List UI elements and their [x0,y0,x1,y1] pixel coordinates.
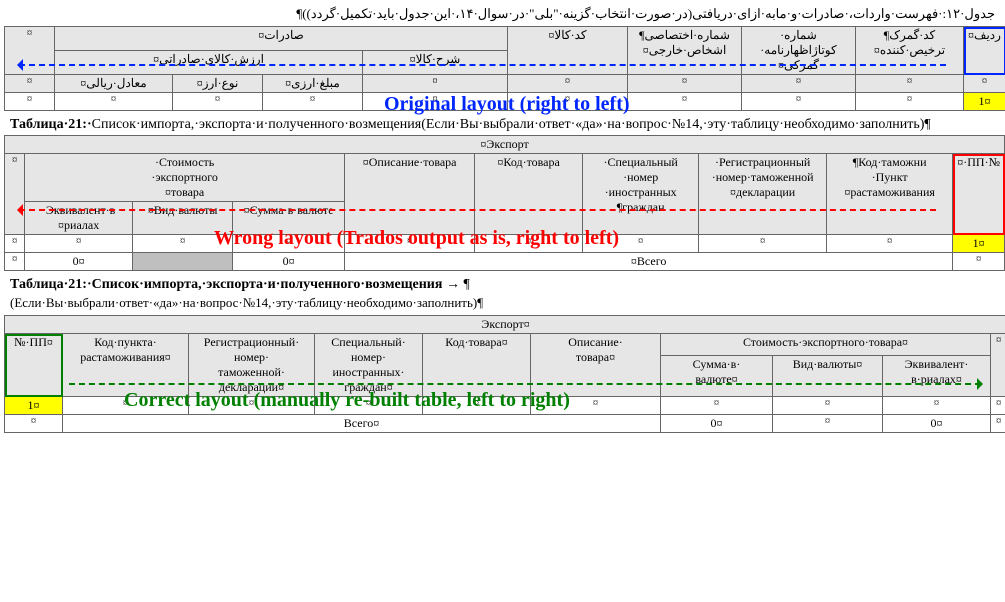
annot-red: Wrong layout (Trados output as is, right… [214,227,619,250]
t3-customs: Код·пункта· растаможивания¤ [63,334,189,397]
t1-r6: ¤ [263,93,363,111]
t3-r6: ¤ [661,397,773,415]
t1-foreign: شماره·اختصاصی¶ اشخاص·خارجی¤ [628,27,742,75]
t1-r2: ¤ [742,93,856,111]
t1-fxamt: مبلغ·ارزی¤ [263,75,363,93]
t1-m3: ¤ [742,75,856,93]
t2-z2: 0¤ [25,253,133,271]
table2: Экспорт¤ №·ПП·¤ Код·таможни¶ Пункт· раст… [4,135,1005,271]
t3-rial: Эквивалент· в·риалах¤ [883,356,991,397]
t3-z1: 0¤ [661,415,773,433]
t3-desc: Описание· товара¤ [531,334,661,397]
table3-subtitle: (Если·Вы·выбрали·ответ·«да»·на·вопрос·№1… [10,295,995,311]
t2-desc: Описание·товара¤ [345,154,475,235]
t1-desc: شرح·کالا¤ [363,51,508,75]
t1-m1: ¤ [964,75,1005,93]
t1-m5: ¤ [508,75,628,93]
t1-m7: ¤ [5,75,55,93]
t2-r8: ¤ [25,235,133,253]
t3-expval: Стоимость·экспортного·товара¤ [661,334,991,356]
t3-decl: Регистрационный· номер· таможенной· декл… [189,334,315,397]
t2-customs: Код·таможни¶ Пункт· растаможивания¤ [827,154,953,235]
t1-customs: کد·گمرک¶ ترخیص·کننده¤ [856,27,964,75]
t2-decl: Регистрационный· номер·таможенной· декла… [699,154,827,235]
t3-seq-head: №·ПП¤ [5,334,63,397]
t3-end: ¤ [991,334,1005,397]
arrow-green [69,383,981,385]
t1-row-seq: 1¤ [964,93,1005,111]
table3-title: Таблица·21:·Список·импорта,·экспорта·и·п… [10,277,995,293]
t1-r8: ¤ [55,93,173,111]
t1-m2: ¤ [856,75,964,93]
t2-b1: ¤ [953,253,1005,271]
t2-expval: Стоимость· экспортного· товара¤ [25,154,345,202]
table2-title: Таблица·21:·Список·импорта,·экспорта·и·п… [10,117,995,133]
t3-r9: ¤ [991,397,1005,415]
t3-total: Всего¤ [63,415,661,433]
t2-total: Всего¤ [345,253,953,271]
t1-expval: ارزش·کالای·صادراتی¤ [55,51,363,75]
t1-r3: ¤ [628,93,742,111]
t2-seq-head: №·ПП·¤ [953,154,1005,235]
t2-r9: ¤ [5,235,25,253]
t1-rial: معادل·ریالی¤ [55,75,173,93]
t2-rial: Эквивалент·в· риалах¤ [25,202,133,235]
t1-m6: ¤ [363,75,508,93]
t2-end: ¤ [5,154,25,235]
table1-title: جدول·۱۲:·فهرست·واردات،·صادرات·و·مابه·ازا… [10,6,995,22]
t1-fxtype: نوع·ارز¤ [173,75,263,93]
t3-r7: ¤ [773,397,883,415]
t1-r1: ¤ [856,93,964,111]
t1-m4: ¤ [628,75,742,93]
t3-code: Код·товара¤ [423,334,531,397]
table3: Экспорт¤ №·ПП¤ Код·пункта· растаможивани… [4,315,1005,433]
arrow-red [19,209,936,211]
t1-r7: ¤ [173,93,263,111]
t1-code: کد·کالا¤ [508,27,628,75]
t2-foreign: Специальный· номер· иностранных· граждан… [583,154,699,235]
t1-r9: ¤ [5,93,55,111]
t3-r8: ¤ [883,397,991,415]
t3-foreign: Специальный· номер· иностранных· граждан… [315,334,423,397]
t3-row-seq: 1¤ [5,397,63,415]
t2-r1: ¤ [827,235,953,253]
t2-export: Экспорт¤ [5,136,1005,154]
t3-z2: 0¤ [883,415,991,433]
t2-row-seq: 1¤ [953,235,1005,253]
t2-gray [133,253,233,271]
t1-export: صادرات¤ [55,27,508,51]
t1-decl: شماره· کوتاژاظهارنامه· گمرکی¤ [742,27,856,75]
t2-code: Код·товара¤ [475,154,583,235]
annot-green: Correct layout (manually re-built table,… [124,389,570,412]
annot-blue: Original layout (right to left) [384,93,630,116]
t2-r2: ¤ [699,235,827,253]
t3-b2: ¤ [773,415,883,433]
t1-seq-head: ردیف¤ [964,27,1005,75]
t2-b2: ¤ [5,253,25,271]
arrow-blue [19,64,946,66]
t3-fxtype: Вид·валюты¤ [773,356,883,397]
t3-b1: ¤ [5,415,63,433]
t2-z1: 0¤ [233,253,345,271]
t3-export: Экспорт¤ [5,316,1005,334]
t3-fxamt: Сумма·в· валюте¤ [661,356,773,397]
t3-b3: ¤ [991,415,1005,433]
